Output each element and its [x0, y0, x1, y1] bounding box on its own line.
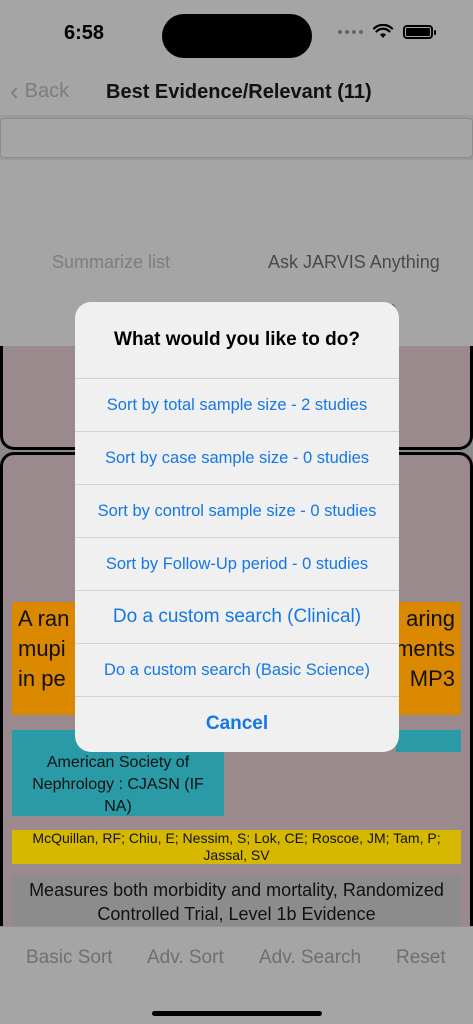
action-alert: What would you like to do? Sort by total… [75, 302, 399, 752]
tab-basic-sort[interactable]: Basic Sort [26, 947, 113, 969]
tab-adv-search[interactable]: Adv. Search [259, 947, 361, 969]
authors-label: McQuillan, RF; Chiu, E; Nessim, S; Lok, … [12, 830, 461, 864]
search-input[interactable] [0, 118, 473, 158]
back-button[interactable]: ‹ Back [10, 78, 69, 104]
custom-search-clinical-button[interactable]: Do a custom search (Clinical) [75, 591, 399, 644]
journal-line: NA) [104, 798, 132, 815]
back-label: Back [24, 79, 70, 102]
alert-title: What would you like to do? [75, 302, 399, 379]
cancel-button[interactable]: Cancel [75, 697, 399, 750]
wifi-icon [373, 24, 393, 38]
home-indicator [152, 1011, 322, 1016]
tab-adv-sort[interactable]: Adv. Sort [147, 947, 224, 969]
dynamic-island [162, 14, 312, 58]
battery-icon [403, 24, 436, 39]
tab-bar: Basic Sort Adv. Sort Adv. Search Reset [0, 926, 473, 1024]
page-title: Best Evidence/Relevant (11) [106, 81, 372, 103]
tab-reset[interactable]: Reset [396, 947, 446, 969]
sort-total-sample-button[interactable]: Sort by total sample size - 2 studies [75, 379, 399, 432]
journal-line: Nephrology : CJASN (IF [32, 776, 204, 793]
status-time: 6:58 [64, 22, 105, 44]
nav-bar: ‹ Back Best Evidence/Relevant (11) [0, 70, 473, 115]
chevron-left-icon: ‹ [10, 76, 19, 106]
status-icons [338, 24, 436, 39]
sort-case-sample-button[interactable]: Sort by case sample size - 0 studies [75, 432, 399, 485]
ask-jarvis-button[interactable]: Ask JARVIS Anything [268, 252, 440, 273]
summarize-list-button[interactable]: Summarize list [52, 252, 170, 273]
custom-search-basic-science-button[interactable]: Do a custom search (Basic Science) [75, 644, 399, 697]
status-bar: 6:58 [0, 0, 473, 70]
sort-follow-up-button[interactable]: Sort by Follow-Up period - 0 studies [75, 538, 399, 591]
cellular-icon [338, 29, 363, 34]
journal-line: American Society of [46, 754, 190, 771]
journal-label-tail [396, 730, 461, 752]
evidence-label: Measures both morbidity and mortality, R… [12, 876, 461, 926]
sort-control-sample-button[interactable]: Sort by control sample size - 0 studies [75, 485, 399, 538]
